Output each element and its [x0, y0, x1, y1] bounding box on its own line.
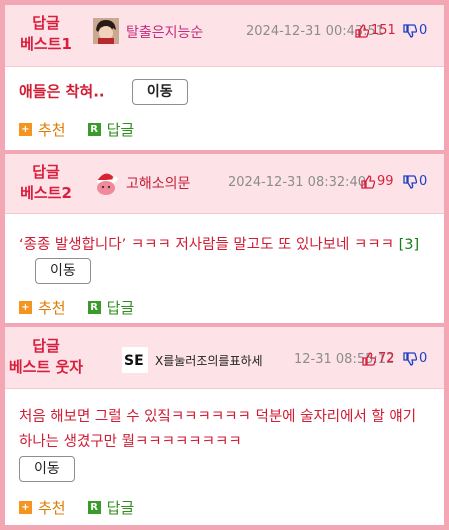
rank-line-1: 답글	[32, 14, 60, 32]
reply-button[interactable]: R 답글	[87, 497, 135, 518]
recommend-label: 추천	[38, 499, 66, 517]
author-nickname[interactable]: 탈출은지능순	[126, 22, 203, 42]
upvote-count: 151	[371, 23, 396, 38]
comment-body: 애들은 착혀.. 이동	[19, 79, 188, 105]
recommend-label: 추천	[38, 299, 66, 317]
rank-line-2: 베스트1	[20, 35, 72, 53]
reply-count[interactable]: [3]	[399, 237, 420, 253]
author-nickname[interactable]: X를눌러조의를표하세	[155, 352, 263, 369]
reply-label: 답글	[106, 121, 135, 139]
plus-square-icon: +	[19, 301, 32, 314]
recommend-button[interactable]: + 추천	[19, 297, 66, 318]
post-date: 2024-12-31 08:32:40	[228, 175, 367, 190]
comment-text: 처음 해보면 그럴 수 있짘ㅋㅋㅋㅋㅋㅋ 덕분에 술자리에서 할 얘기 하나는 …	[19, 409, 417, 450]
author-nickname[interactable]: 고해소의문	[126, 173, 190, 193]
downvote-count: 0	[419, 23, 428, 38]
reply-label: 답글	[106, 499, 135, 517]
thumbs-up-icon	[355, 23, 369, 38]
comment-header: 답글 베스트 웃자 SE X를눌러조의를표하세 12-31 08:55:12 7…	[5, 327, 444, 389]
upvote-count: 72	[378, 351, 395, 366]
downvote-count: 0	[419, 351, 428, 366]
best-comment-3: 답글 베스트 웃자 SE X를눌러조의를표하세 12-31 08:55:12 7…	[5, 327, 444, 525]
thumbs-down-icon	[403, 174, 417, 189]
comment-text: 애들은 착혀..	[19, 82, 105, 101]
comment-actions: + 추천 R 답글	[19, 497, 134, 518]
move-button[interactable]: 이동	[131, 79, 188, 105]
thumbs-up-icon	[361, 174, 375, 189]
recommend-button[interactable]: + 추천	[19, 497, 66, 518]
rank-label: 답글 베스트2	[5, 162, 87, 204]
upvote-button[interactable]: 72	[362, 351, 395, 366]
comment-header: 답글 베스트2 고해소의문 2024-12-31 08:32:40 99 0	[5, 154, 444, 214]
avatar[interactable]: SE	[122, 347, 148, 373]
thumbs-down-icon	[403, 23, 417, 38]
upvote-button[interactable]: 151	[355, 23, 396, 38]
best-comment-2: 답글 베스트2 고해소의문 2024-12-31 08:32:40 99 0 ‘…	[5, 154, 444, 319]
reply-button[interactable]: R 답글	[87, 297, 135, 318]
plus-square-icon: +	[19, 501, 32, 514]
plus-square-icon: +	[19, 123, 32, 136]
downvote-button[interactable]: 0	[403, 174, 427, 189]
comment-body: ‘종종 발생합니다’ ㅋㅋㅋ 저사람들 말고도 또 있나보네 ㅋㅋㅋ [3] 이…	[19, 232, 434, 284]
r-square-icon: R	[87, 123, 101, 136]
downvote-button[interactable]: 0	[403, 23, 427, 38]
avatar[interactable]	[93, 169, 119, 195]
rank-label: 답글 베스트1	[5, 13, 87, 55]
r-square-icon: R	[87, 301, 101, 314]
comment-actions: + 추천 R 답글	[19, 119, 134, 140]
rank-label: 답글 베스트 웃자	[5, 336, 87, 378]
reply-button[interactable]: R 답글	[87, 119, 135, 140]
upvote-button[interactable]: 99	[361, 174, 394, 189]
best-comments-panel: 답글 베스트1 탈출은지능순 2024-12-31 00:43:51 151 0	[5, 5, 444, 525]
r-square-icon: R	[87, 501, 101, 514]
comment-actions: + 추천 R 답글	[19, 297, 134, 318]
upvote-count: 99	[377, 174, 394, 189]
move-button[interactable]: 이동	[19, 456, 75, 482]
thumbs-up-icon	[362, 351, 376, 366]
comment-body: 처음 해보면 그럴 수 있짘ㅋㅋㅋㅋㅋㅋ 덕분에 술자리에서 할 얘기 하나는 …	[19, 405, 431, 482]
recommend-button[interactable]: + 추천	[19, 119, 66, 140]
best-comment-1: 답글 베스트1 탈출은지능순 2024-12-31 00:43:51 151 0	[5, 5, 444, 150]
rank-line-1: 답글	[32, 163, 60, 181]
move-button[interactable]: 이동	[35, 258, 91, 284]
comment-header: 답글 베스트1 탈출은지능순 2024-12-31 00:43:51 151 0	[5, 5, 444, 67]
rank-line-2: 베스트2	[20, 184, 72, 202]
rank-line-1: 답글	[32, 337, 60, 355]
downvote-count: 0	[419, 174, 428, 189]
downvote-button[interactable]: 0	[403, 351, 427, 366]
avatar[interactable]	[93, 18, 119, 44]
svg-text:SE: SE	[124, 353, 144, 369]
recommend-label: 추천	[38, 121, 66, 139]
reply-label: 답글	[106, 299, 135, 317]
comment-text: ‘종종 발생합니다’ ㅋㅋㅋ 저사람들 말고도 또 있나보네 ㅋㅋㅋ	[19, 237, 394, 253]
thumbs-down-icon	[403, 351, 417, 366]
rank-line-2: 베스트 웃자	[8, 358, 84, 376]
